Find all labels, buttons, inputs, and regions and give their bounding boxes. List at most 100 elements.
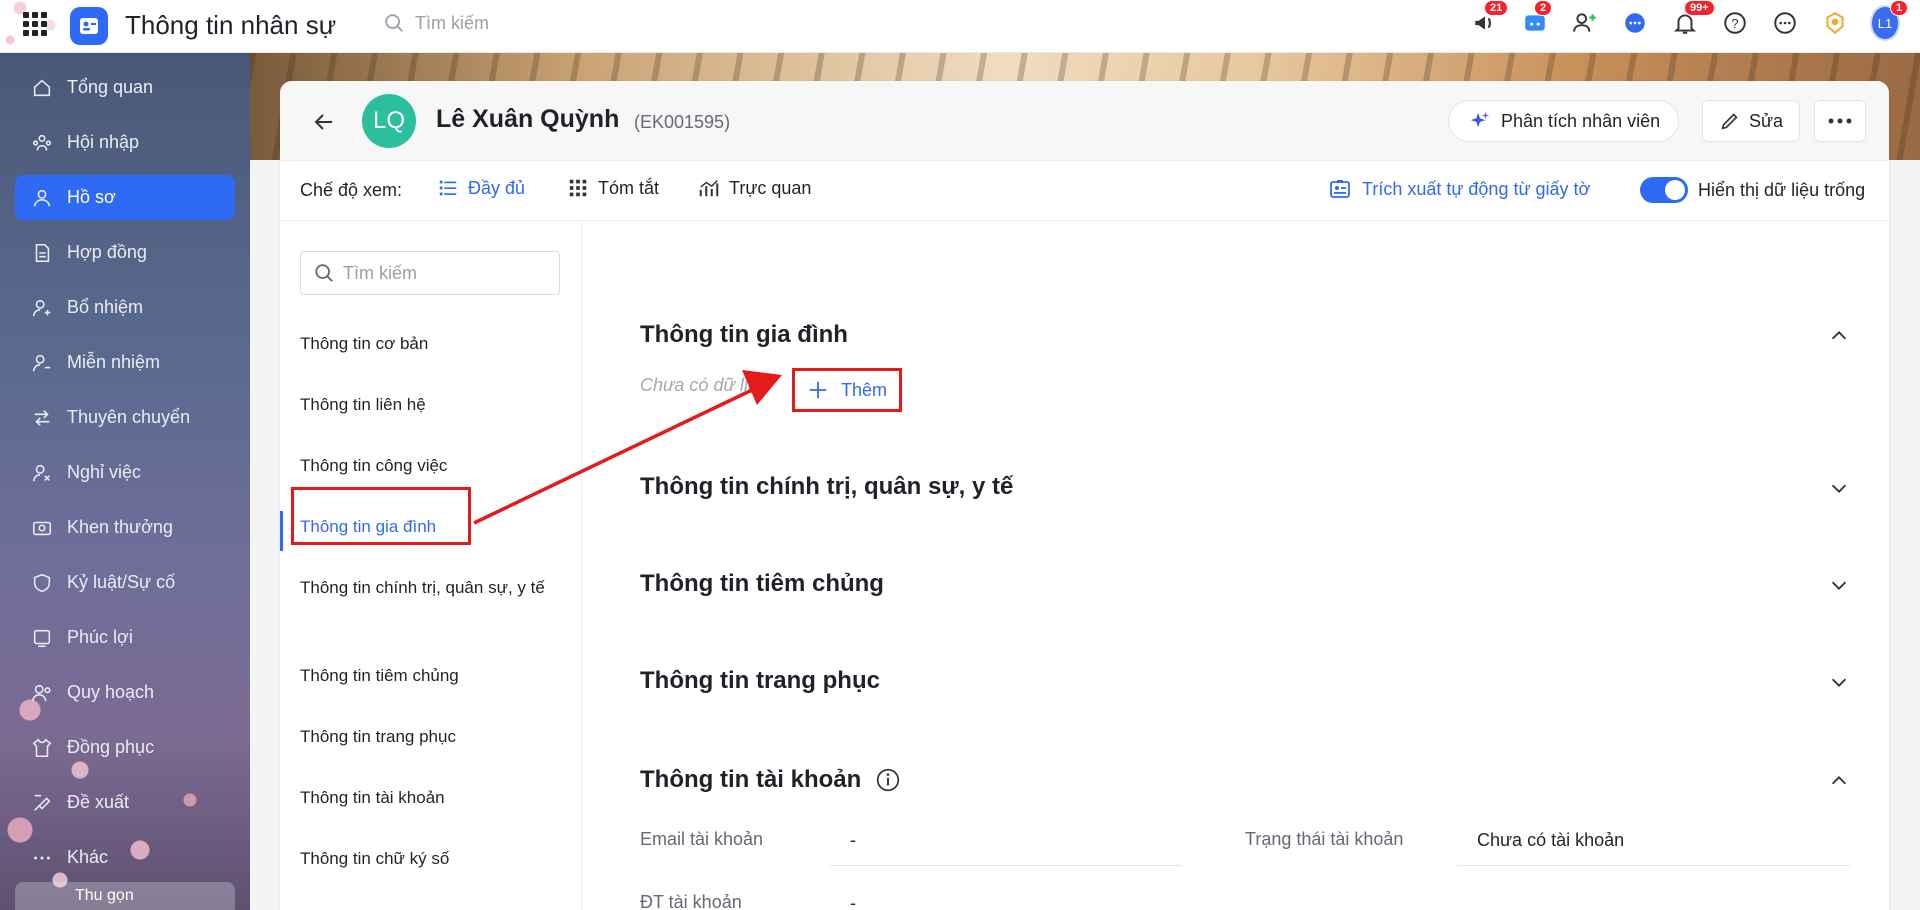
shirt-icon xyxy=(31,737,53,759)
sidebar-item-label: Nghỉ việc xyxy=(67,462,142,482)
more-icon[interactable] xyxy=(1770,6,1800,40)
user-plus-icon xyxy=(31,297,53,319)
top-icons: 21 2 99+ ? L1 1 xyxy=(1470,0,1909,41)
sidebar-item-label: Khen thưởng xyxy=(67,517,173,537)
sidebar-item-4[interactable]: Bổ nhiệm xyxy=(15,285,235,330)
megaphone-icon[interactable]: 21 xyxy=(1470,0,1509,40)
view-summary-option[interactable]: Tóm tắt xyxy=(567,177,659,199)
top-bar: Thông tin nhân sự Tìm kiếm 21 2 99+ ? L1… xyxy=(0,0,1920,53)
app-logo-icon[interactable] xyxy=(70,7,108,45)
home-icon xyxy=(31,77,53,99)
section-nav-item[interactable]: Thông tin tài khoản xyxy=(280,772,582,833)
auto-extract-button[interactable]: Trích xuất tự động từ giấy tờ xyxy=(1328,177,1590,201)
chevron-up-icon[interactable] xyxy=(1828,770,1850,792)
profile-icon xyxy=(31,187,53,209)
list-icon xyxy=(439,180,457,196)
view-full-option[interactable]: Đầy đủ xyxy=(437,177,525,199)
collapse-button[interactable]: Thu gọn xyxy=(15,882,235,910)
sidebar-item-1[interactable]: Hội nhập xyxy=(15,120,235,165)
bell-badge: 99+ xyxy=(1684,0,1715,16)
sidebar-item-0[interactable]: Tổng quan xyxy=(15,65,235,110)
section-political: Thông tin chính trị, quân sự, y tế xyxy=(640,473,1850,513)
analyze-label: Phân tích nhân viên xyxy=(1501,110,1661,131)
employee-name: Lê Xuân Quỳnh xyxy=(436,105,620,133)
analyze-employee-button[interactable]: Phân tích nhân viên xyxy=(1448,100,1680,142)
section-search-input[interactable]: Tìm kiếm xyxy=(300,251,560,295)
cart-badge: 2 xyxy=(1534,0,1553,16)
back-button[interactable] xyxy=(310,108,338,136)
award-icon xyxy=(31,517,53,539)
more-dots-icon xyxy=(31,847,53,869)
sparkle-icon xyxy=(1470,111,1490,128)
section-nav-item[interactable]: Thông tin chính trị, quân sự, y tế xyxy=(280,562,582,650)
ellipsis-icon xyxy=(1828,118,1852,124)
highlight-box xyxy=(291,487,471,545)
apps-grid-icon[interactable] xyxy=(23,12,47,36)
employee-code: (EK001595) xyxy=(634,112,731,132)
sidebar-item-label: Miễn nhiệm xyxy=(67,352,161,372)
chevron-down-icon[interactable] xyxy=(1828,477,1850,499)
swap-icon xyxy=(31,407,53,429)
section-vaccine: Thông tin tiêm chủng xyxy=(640,570,1850,610)
plus-icon xyxy=(809,381,827,399)
help-icon[interactable]: ? xyxy=(1720,6,1750,40)
section-nav-item[interactable]: Thông tin cơ bản xyxy=(280,318,582,379)
bell-icon[interactable]: 99+ xyxy=(1670,0,1715,40)
show-empty-toggle-wrap: Hiển thị dữ liệu trống xyxy=(1640,177,1865,203)
view-visual-option[interactable]: Trực quan xyxy=(698,177,811,199)
sidebar-item-13[interactable]: Đề xuất xyxy=(15,780,235,825)
political-title: Thông tin chính trị, quân sự, y tế xyxy=(640,473,1014,500)
sidebar-item-12[interactable]: Đồng phục xyxy=(15,725,235,770)
sidebar-item-label: Bổ nhiệm xyxy=(67,297,144,317)
sidebar-item-9[interactable]: Kỷ luật/Sự cố xyxy=(15,560,235,605)
phone-account-label: ĐT tài khoản xyxy=(640,892,742,910)
sidebar-item-2[interactable]: Hồ sơ xyxy=(15,175,235,220)
section-list: Thông tin cơ bản Thông tin liên hệ Thông t… xyxy=(280,318,582,910)
info-icon[interactable] xyxy=(875,767,901,793)
email-account-value: - xyxy=(830,830,1182,866)
section-nav-item[interactable]: Thông tin tiêm chủng xyxy=(280,650,582,711)
section-family: Thông tin gia đình Chưa có dữ liệu Thêm xyxy=(640,321,1850,421)
section-nav-item[interactable]: Thông tin trang phục xyxy=(280,711,582,772)
sidebar-item-6[interactable]: Thuyên chuyển xyxy=(15,395,235,440)
top-search[interactable]: Tìm kiếm xyxy=(383,12,489,34)
sidebar-item-10[interactable]: Phúc lợi xyxy=(15,615,235,660)
sidebar-item-label: Đồng phục xyxy=(67,737,155,757)
sidebar: Tổng quan Hội nhập Hồ sơ Hợp đồng Bổ nhiệm Mi… xyxy=(0,53,250,910)
section-nav-item[interactable]: Thông tin liên hệ xyxy=(280,379,582,440)
top-search-placeholder: Tìm kiếm xyxy=(415,12,489,33)
sidebar-item-7[interactable]: Nghỉ việc xyxy=(15,450,235,495)
sidebar-item-label: Hội nhập xyxy=(67,132,140,152)
sidebar-item-5[interactable]: Miễn nhiệm xyxy=(15,340,235,385)
user-avatar[interactable]: L1 1 xyxy=(1870,0,1909,41)
search-icon xyxy=(315,264,333,282)
chevron-down-icon[interactable] xyxy=(1828,671,1850,693)
account-title: Thông tin tài khoản xyxy=(640,766,862,793)
sidebar-item-11[interactable]: Quy hoạch xyxy=(15,670,235,715)
chevron-up-icon[interactable] xyxy=(1828,325,1850,347)
add-family-button[interactable]: Thêm xyxy=(792,368,902,412)
sidebar-item-label: Tổng quan xyxy=(67,77,154,97)
more-options-button[interactable] xyxy=(1814,100,1866,142)
avatar-badge: 1 xyxy=(1890,0,1909,16)
section-nav-item[interactable]: Hợp đồng lao động xyxy=(280,894,582,910)
chart-icon xyxy=(699,180,719,197)
chat-icon[interactable] xyxy=(1620,6,1650,40)
badge-award-icon[interactable] xyxy=(1820,6,1850,40)
grid-icon xyxy=(569,179,587,197)
benefit-icon xyxy=(31,627,53,649)
edit-button[interactable]: Sửa xyxy=(1702,100,1800,142)
sidebar-item-label: Đề xuất xyxy=(67,792,130,812)
sidebar-item-14[interactable]: Khác xyxy=(15,835,235,880)
shield-icon xyxy=(31,572,53,594)
sidebar-item-3[interactable]: Hợp đồng xyxy=(15,230,235,275)
chevron-down-icon[interactable] xyxy=(1828,574,1850,596)
show-empty-toggle[interactable] xyxy=(1640,177,1688,203)
section-nav: Tìm kiếm Thông tin cơ bản Thông tin liên … xyxy=(280,221,582,910)
account-title-wrap: Thông tin tài khoản xyxy=(640,766,1850,794)
user-minus-icon xyxy=(31,352,53,374)
sidebar-item-8[interactable]: Khen thưởng xyxy=(15,505,235,550)
section-nav-item[interactable]: Thông tin chữ ký số xyxy=(280,833,582,894)
cart-icon[interactable]: 2 xyxy=(1520,0,1553,40)
add-user-icon[interactable] xyxy=(1570,6,1600,40)
